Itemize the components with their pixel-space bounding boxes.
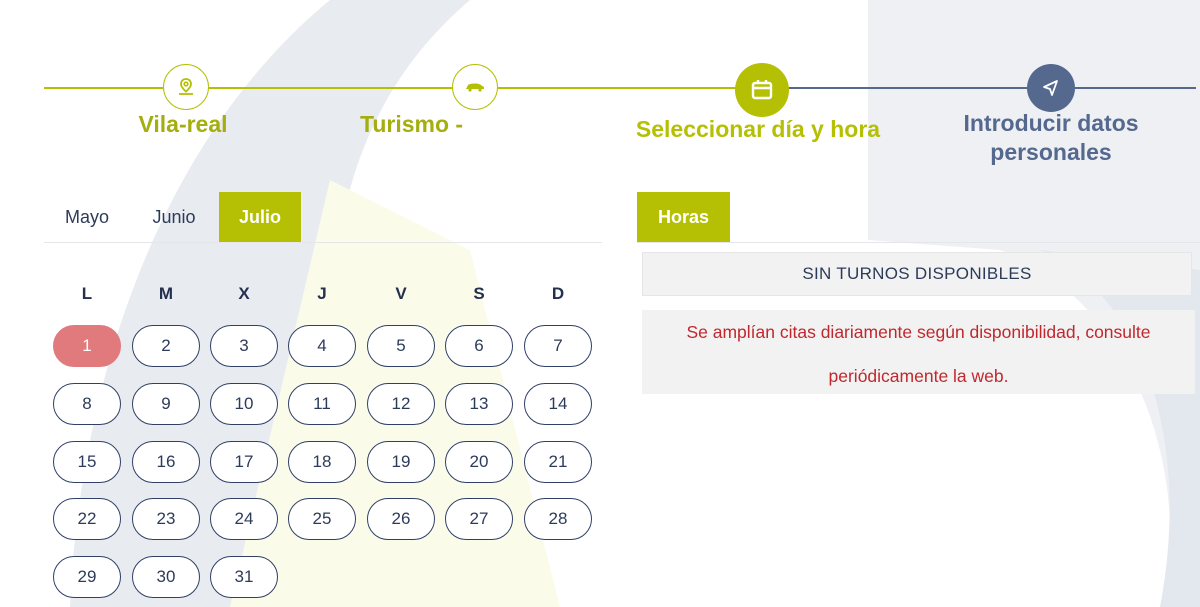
calendar-day[interactable]: 31 bbox=[210, 556, 278, 598]
map-pin-icon bbox=[179, 78, 193, 95]
step-location-circle[interactable] bbox=[163, 64, 209, 110]
send-icon bbox=[1043, 80, 1058, 96]
stepper-line-done bbox=[44, 87, 756, 89]
calendar-day[interactable]: 5 bbox=[367, 325, 435, 367]
calendar-day[interactable]: 18 bbox=[288, 441, 356, 483]
calendar-day[interactable]: 9 bbox=[132, 383, 200, 425]
weekday-header: D bbox=[551, 284, 565, 303]
calendar-day[interactable]: 23 bbox=[132, 498, 200, 540]
calendar-day[interactable]: 20 bbox=[445, 441, 513, 483]
calendar-day[interactable]: 30 bbox=[132, 556, 200, 598]
calendar-day[interactable]: 21 bbox=[524, 441, 592, 483]
calendar-day[interactable]: 26 bbox=[367, 498, 435, 540]
calendar-day[interactable]: 1 bbox=[53, 325, 121, 367]
tab-month-junio[interactable]: Junio bbox=[130, 192, 218, 242]
calendar-day[interactable]: 15 bbox=[53, 441, 121, 483]
calendar-day[interactable]: 29 bbox=[53, 556, 121, 598]
calendar-day[interactable]: 27 bbox=[445, 498, 513, 540]
calendar-day[interactable]: 16 bbox=[132, 441, 200, 483]
month-tabs-divider bbox=[44, 242, 602, 243]
calendar-day[interactable]: 7 bbox=[524, 325, 592, 367]
calendar-day[interactable]: 11 bbox=[288, 383, 356, 425]
calendar-day[interactable]: 19 bbox=[367, 441, 435, 483]
weekday-header: V bbox=[395, 284, 407, 303]
tab-month-mayo[interactable]: Mayo bbox=[44, 192, 130, 242]
calendar-day[interactable]: 10 bbox=[210, 383, 278, 425]
calendar-day[interactable]: 12 bbox=[367, 383, 435, 425]
stepper-line-pending bbox=[756, 87, 1196, 89]
weekday-header: M bbox=[158, 284, 174, 303]
step-personal-data-circle[interactable] bbox=[1027, 64, 1075, 112]
step-date-circle[interactable] bbox=[735, 63, 789, 117]
step-vehicle-label: Turismo - bbox=[360, 111, 464, 137]
step-location-label: Vila-real bbox=[138, 111, 228, 137]
step-date-label: Seleccionar día y hora bbox=[635, 116, 881, 142]
calendar-day[interactable]: 25 bbox=[288, 498, 356, 540]
step-personal-data-label: Introducir datos personales bbox=[963, 110, 1139, 165]
calendar-day[interactable]: 17 bbox=[210, 441, 278, 483]
car-icon bbox=[466, 83, 484, 92]
calendar-day[interactable]: 22 bbox=[53, 498, 121, 540]
calendar-day[interactable]: 28 bbox=[524, 498, 592, 540]
calendar-day[interactable]: 13 bbox=[445, 383, 513, 425]
weekday-header: J bbox=[317, 284, 327, 303]
no-slots-message: SIN TURNOS DISPONIBLES bbox=[642, 252, 1192, 296]
calendar-day[interactable]: 4 bbox=[288, 325, 356, 367]
availability-notice: Se amplían citas diariamente según dispo… bbox=[642, 310, 1195, 394]
weekday-header: L bbox=[81, 284, 93, 303]
step-vehicle-circle[interactable] bbox=[452, 64, 498, 110]
tab-hours[interactable]: Horas bbox=[637, 192, 730, 242]
weekday-header: X bbox=[238, 284, 250, 303]
calendar-day[interactable]: 24 bbox=[210, 498, 278, 540]
tab-month-julio[interactable]: Julio bbox=[219, 192, 301, 242]
weekday-header: S bbox=[473, 284, 485, 303]
calendar-day[interactable]: 8 bbox=[53, 383, 121, 425]
calendar-day[interactable]: 2 bbox=[132, 325, 200, 367]
calendar-day[interactable]: 6 bbox=[445, 325, 513, 367]
hours-tab-divider bbox=[637, 242, 1200, 243]
calendar-icon bbox=[751, 80, 773, 100]
calendar-day[interactable]: 3 bbox=[210, 325, 278, 367]
calendar-day[interactable]: 14 bbox=[524, 383, 592, 425]
